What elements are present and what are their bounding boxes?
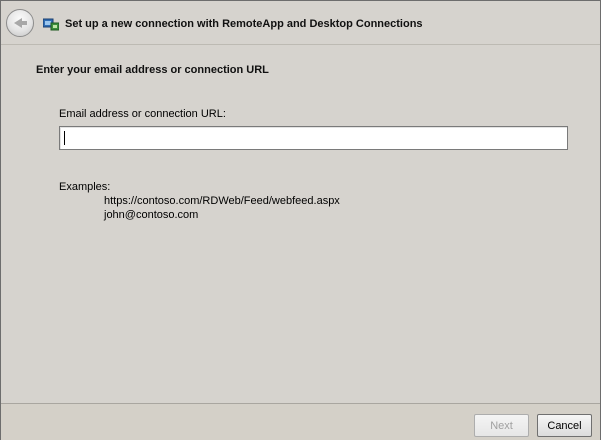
remoteapp-icon [43,18,59,31]
example-url: https://contoso.com/RDWeb/Feed/webfeed.a… [104,195,340,207]
url-input[interactable] [59,126,568,150]
next-button[interactable]: Next [474,414,529,437]
cancel-button[interactable]: Cancel [537,414,592,437]
window-title: Set up a new connection with RemoteApp a… [65,18,423,30]
text-caret [64,131,65,145]
back-arrow-icon[interactable] [6,9,34,37]
page-heading: Enter your email address or connection U… [36,64,269,76]
example-email: john@contoso.com [104,209,199,221]
examples-label: Examples: [59,181,111,193]
wizard-window: Set up a new connection with RemoteApp a… [0,0,601,440]
wizard-header: Set up a new connection with RemoteApp a… [1,1,600,45]
url-field-label: Email address or connection URL: [59,108,226,120]
